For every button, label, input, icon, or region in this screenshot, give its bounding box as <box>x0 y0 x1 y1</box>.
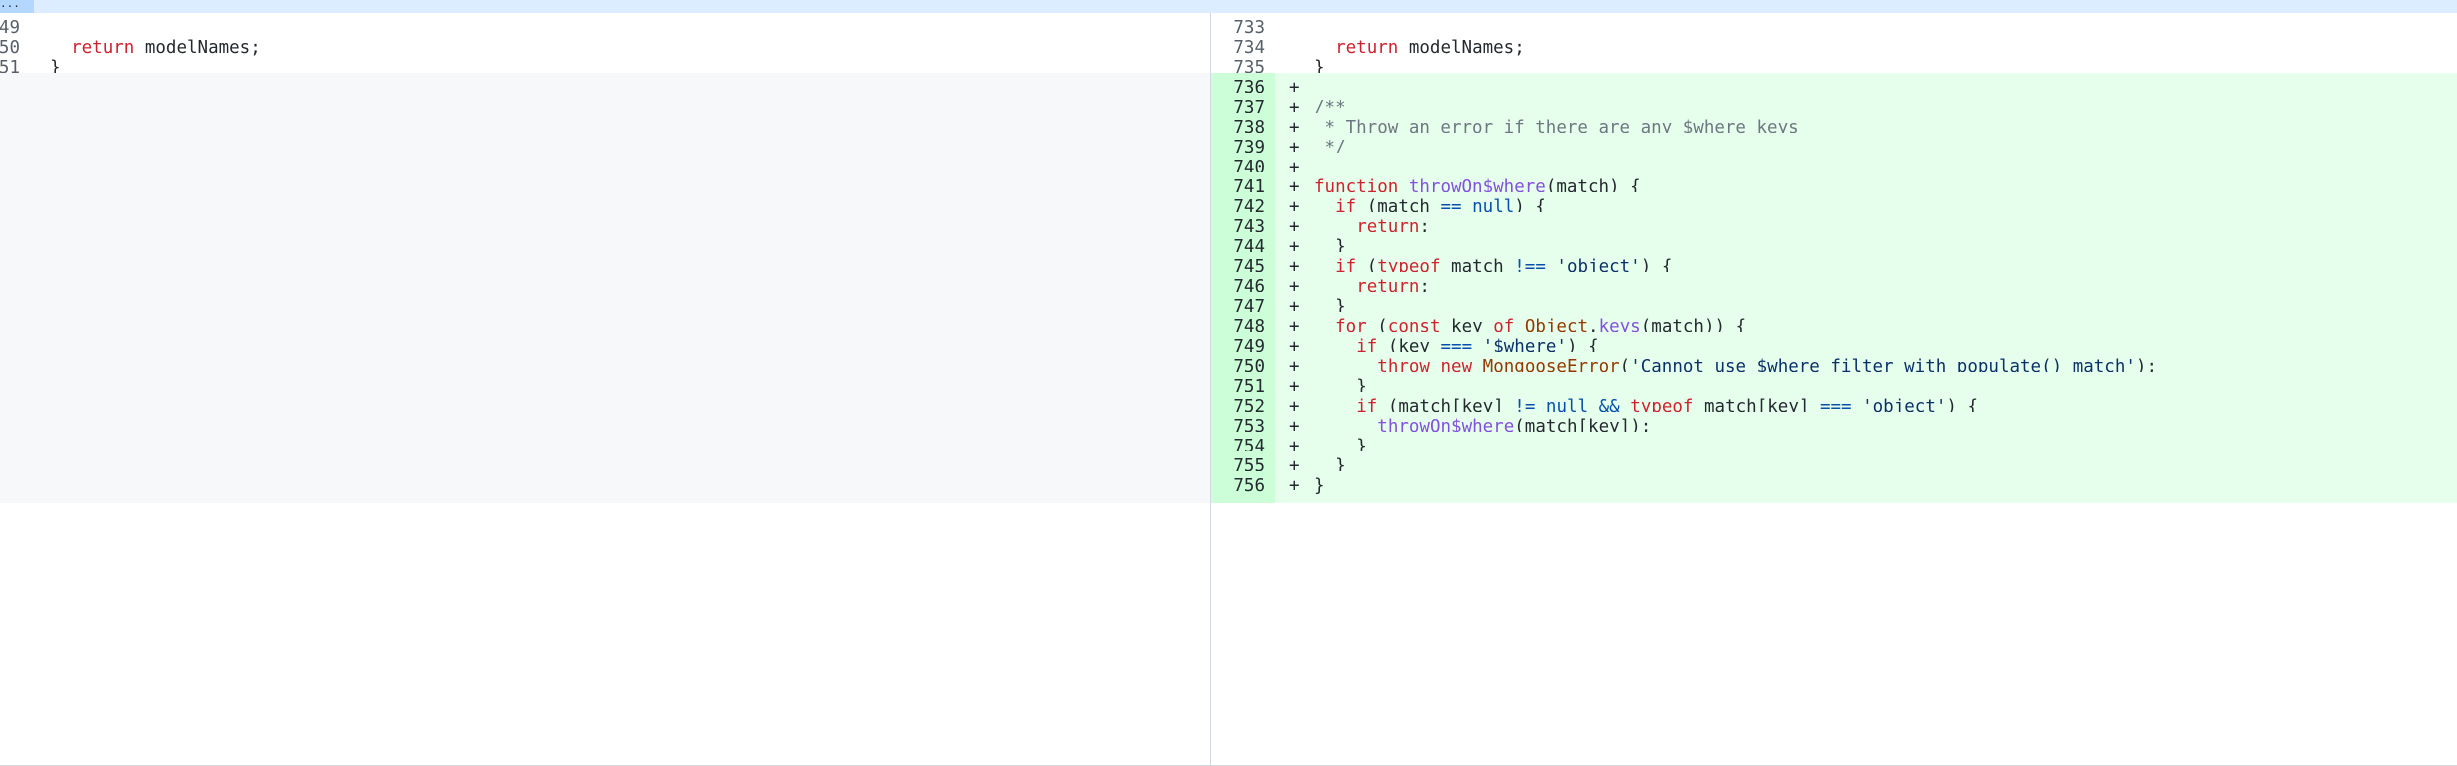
code-text: } <box>1314 476 1325 497</box>
left-pane-original: 49 50 return modelNames; 51} <box>0 13 1211 766</box>
diff-marker: + <box>1289 476 1300 497</box>
right-diff-line: 756 +} <box>1211 471 2457 503</box>
expand-hunk-button[interactable]: ... <box>0 0 34 13</box>
hunk-header: ... <box>0 0 2457 13</box>
right-pane-modified: 733 734 return modelNames; 735} 736 +737 +/**… <box>1211 13 2457 766</box>
split-diff-view: ... 49 50 return modelNames; 51} 733 734 re… <box>0 0 2457 766</box>
line-number[interactable]: 756 <box>1211 471 1275 503</box>
left-empty-line <box>0 471 1211 503</box>
